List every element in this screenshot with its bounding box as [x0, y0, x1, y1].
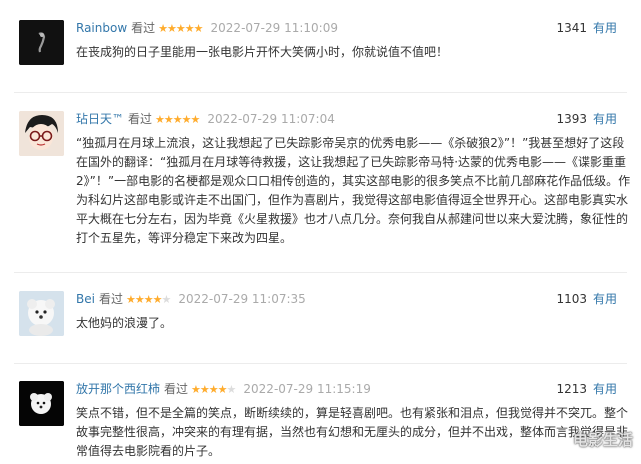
rating-stars: ★★★★★ [158, 20, 204, 37]
username-link[interactable]: Bei [76, 291, 95, 308]
review-content: 太他妈的浪漫了。 [76, 316, 173, 330]
divider [14, 363, 627, 364]
vote-count: 1393 [556, 112, 587, 126]
star-icon: ★ [163, 113, 174, 126]
avatar[interactable] [19, 291, 64, 336]
vote-area: 1393 有用 [556, 111, 617, 128]
star-icon: ★ [134, 293, 145, 306]
star-icon: ★ [208, 383, 219, 396]
star-icon: ★ [143, 293, 154, 306]
divider [14, 92, 627, 93]
review-meta: Bei 看过 ★★★★★ 2022-07-29 11:07:35 [76, 291, 306, 308]
username-link[interactable]: Rainbow [76, 20, 127, 37]
vote-area: 1103 有用 [556, 291, 617, 308]
vote-count: 1341 [556, 21, 587, 35]
useful-button[interactable]: 有用 [593, 382, 617, 396]
star-icon: ★ [190, 113, 201, 126]
review-meta: 放开那个西红柿 看过 ★★★★★ 2022-07-29 11:15:19 [76, 381, 371, 398]
star-icon: ★ [152, 293, 163, 306]
avatar[interactable] [19, 20, 64, 65]
vote-count: 1213 [556, 382, 587, 396]
avatar[interactable] [19, 111, 64, 156]
vote-area: 1341 有用 [556, 20, 617, 37]
username-link[interactable]: 放开那个西红柿 [76, 381, 160, 398]
review-timestamp[interactable]: 2022-07-29 11:07:04 [207, 111, 334, 128]
avatar[interactable] [19, 381, 64, 426]
watched-label: 看过 [164, 382, 189, 396]
watched-label: 看过 [128, 112, 153, 126]
star-icon: ★ [161, 293, 171, 306]
vote-area: 1213 有用 [556, 381, 617, 398]
watermark: 电影生活 [572, 431, 633, 449]
rating-stars: ★★★★★ [191, 381, 237, 398]
watched-label: 看过 [98, 292, 123, 306]
star-icon: ★ [199, 383, 210, 396]
review-timestamp[interactable]: 2022-07-29 11:10:09 [211, 20, 338, 37]
star-icon: ★ [191, 383, 201, 396]
star-icon: ★ [172, 113, 183, 126]
watched-label: 看过 [131, 21, 156, 35]
star-icon: ★ [167, 22, 177, 35]
vote-count: 1103 [556, 292, 587, 306]
star-icon: ★ [158, 22, 168, 35]
review-meta: 玷日天™ 看过 ★★★★★ 2022-07-29 11:07:04 [76, 111, 335, 128]
review-timestamp[interactable]: 2022-07-29 11:15:19 [243, 381, 370, 398]
star-icon: ★ [175, 22, 186, 35]
star-icon: ★ [181, 113, 192, 126]
useful-button[interactable]: 有用 [593, 292, 617, 306]
rating-stars: ★★★★★ [155, 111, 201, 128]
star-icon: ★ [155, 113, 165, 126]
divider [14, 272, 627, 273]
star-icon: ★ [125, 293, 136, 306]
review-timestamp[interactable]: 2022-07-29 11:07:35 [178, 291, 305, 308]
star-icon: ★ [193, 22, 204, 35]
rating-stars: ★★★★★ [125, 291, 171, 308]
review-meta: Rainbow 看过 ★★★★★ 2022-07-29 11:10:09 [76, 20, 338, 37]
useful-button[interactable]: 有用 [593, 112, 617, 126]
star-icon: ★ [226, 383, 237, 396]
username-link[interactable]: 玷日天™ [76, 111, 124, 128]
review-content: 在丧成狗的日子里能用一张电影片开怀大笑俩小时，你就说值不值吧！ [76, 45, 449, 59]
star-icon: ★ [217, 383, 228, 396]
review-content: 笑点不错，但不是全篇的笑点，断断续续的，算是轻喜剧吧。也有紧张和泪点，但我觉得并… [76, 406, 629, 458]
star-icon: ★ [184, 22, 195, 35]
review-content: “独孤月在月球上流浪，这让我想起了已失踪影帝吴京的优秀电影——《杀破狼2》”！”… [76, 136, 631, 245]
useful-button[interactable]: 有用 [593, 21, 617, 35]
